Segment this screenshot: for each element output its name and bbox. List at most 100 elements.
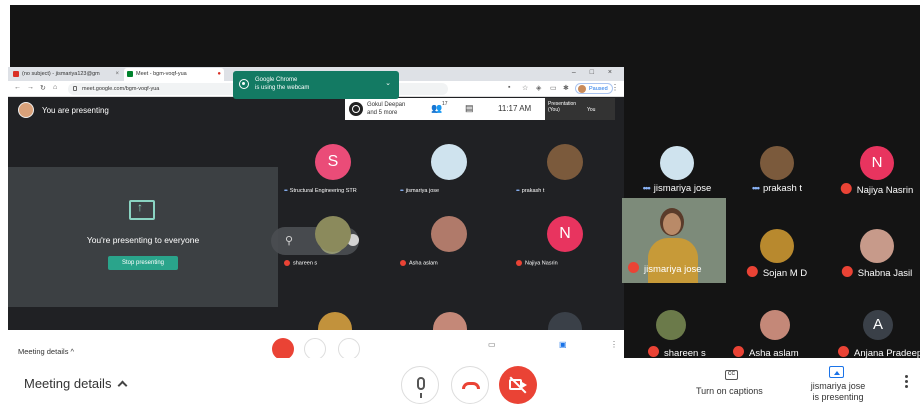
participant-name: Sojan M D <box>746 266 807 279</box>
camera-button[interactable] <box>499 366 537 404</box>
profile-paused-chip[interactable]: Paused <box>575 83 613 94</box>
participant-tile[interactable]: ••• prakash t <box>512 140 618 196</box>
mic-off-icon <box>628 262 639 273</box>
speaking-icon: ••• <box>642 183 651 194</box>
participant-tile[interactable]: shareen s <box>280 212 386 268</box>
participant-name-text: Najiya Nasrin <box>525 260 558 267</box>
participant-tile[interactable]: N Najiya Nasrin <box>826 130 920 200</box>
participant-tile[interactable]: Sojan M D <box>726 213 828 283</box>
cast-icon[interactable]: ▭ <box>550 84 557 92</box>
owner-name: Gokul Deepan <box>367 102 406 108</box>
small-meeting-details-label: Meeting details <box>18 347 69 356</box>
window-controls[interactable]: – □ × <box>572 69 618 76</box>
presentation-thumbnail[interactable]: Presentation (You) You <box>545 98 615 120</box>
camera-icon[interactable]: ▪ <box>508 84 510 91</box>
small-meeting-details[interactable]: Meeting details ^ <box>18 347 74 356</box>
end-call-button[interactable] <box>451 366 489 404</box>
small-captions-icon[interactable]: ▭ <box>488 340 496 349</box>
puzzle-icon[interactable]: ✱ <box>563 84 569 92</box>
participant-name-text: Structural Engineering STR <box>289 188 357 194</box>
microphone-button[interactable] <box>401 366 439 404</box>
participant-name: ••• prakash t <box>752 183 802 194</box>
hang-up-icon <box>462 382 480 389</box>
clock-time: 11:17 AM <box>498 104 532 113</box>
thumb-sub: (You) <box>548 107 560 113</box>
extension-icon[interactable]: ◈ <box>536 84 541 92</box>
close-icon[interactable]: × <box>115 71 119 77</box>
small-mic-button[interactable] <box>272 338 294 360</box>
back-icon[interactable]: ← <box>14 84 21 91</box>
participant-name: shareen s <box>284 260 317 266</box>
tab-meet[interactable]: Meet - bgm-voqf-yua ● <box>124 68 224 81</box>
mic-off-icon <box>400 260 406 266</box>
reload-icon[interactable]: ↻ <box>40 84 46 92</box>
partial-avatar-letter: A <box>863 310 893 340</box>
participant-avatar <box>431 144 467 180</box>
participant-name: ••• jismariya jose <box>400 188 439 194</box>
microphone-icon <box>417 377 425 398</box>
participant-name: Najiya Nasrin <box>516 260 558 266</box>
participant-name-text: shareen s <box>293 260 318 267</box>
presenter-status[interactable]: jismariya jose is presenting <box>805 381 871 403</box>
chevron-up-icon <box>118 380 128 391</box>
participants-count: 17 <box>442 101 448 107</box>
speaking-icon: ••• <box>516 188 520 194</box>
participant-name: ••• Structural Engineering STR <box>284 188 357 194</box>
small-menu-icon[interactable]: ⋮ <box>610 340 618 349</box>
speaking-icon: ••• <box>284 188 288 194</box>
participant-tile[interactable]: Asha aslam <box>396 212 502 268</box>
chevron-down-icon[interactable]: ⌄ <box>385 80 391 88</box>
participant-name-text: jismariya jose <box>405 188 440 194</box>
mic-off-icon <box>746 266 758 277</box>
participant-avatar: S <box>315 144 351 180</box>
presenter-name: jismariya jose <box>810 381 866 391</box>
people-icon[interactable]: 👥 <box>431 103 442 114</box>
partial-avatar <box>656 310 686 340</box>
stop-presenting-button[interactable]: Stop presenting <box>108 256 178 270</box>
webcam-icon <box>239 79 249 89</box>
participant-tile[interactable]: ••• jismariya jose <box>626 130 728 200</box>
participant-tile[interactable]: N Najiya Nasrin <box>512 212 618 268</box>
meet-icon <box>127 71 133 77</box>
participant-avatar <box>760 146 794 180</box>
lock-icon <box>73 86 77 91</box>
star-icon[interactable]: ☆ <box>522 84 528 92</box>
small-camera-button[interactable] <box>338 338 360 360</box>
participant-avatar: N <box>547 216 583 252</box>
chat-icon[interactable]: ▤ <box>465 103 474 114</box>
mic-off-icon <box>733 346 744 357</box>
small-present-icon[interactable]: ▣ <box>559 340 567 349</box>
participant-tile[interactable]: ••• jismariya jose <box>396 140 502 196</box>
participant-tile[interactable]: S ••• Structural Engineering STR <box>280 140 386 196</box>
video-face <box>663 213 681 235</box>
mic-off-icon <box>648 346 659 357</box>
small-end-call-button[interactable] <box>304 338 326 360</box>
present-icon[interactable] <box>829 366 844 378</box>
participant-tile[interactable]: Shabna Jasil <box>826 213 920 283</box>
tab-label: Meet - bgm-voqf-yua <box>136 71 187 77</box>
participant-avatar <box>315 216 351 252</box>
notification-text: is using the webcam <box>255 85 310 91</box>
self-video-tile[interactable]: jismariya jose <box>622 198 726 283</box>
participant-name: Shabna Jasil <box>841 266 913 279</box>
more-options-icon[interactable] <box>905 375 908 389</box>
tab-label: (no subject) - jismariya123@gm <box>22 71 100 77</box>
captions-icon[interactable]: CC <box>725 370 738 380</box>
home-icon[interactable]: ⌂ <box>53 84 57 91</box>
presenter-avatar <box>18 102 34 118</box>
speaking-icon: ••• <box>400 188 404 194</box>
tab-gmail[interactable]: (no subject) - jismariya123@gm × <box>10 68 122 81</box>
webcam-notification[interactable]: Google Chrome is using the webcam ⌄ <box>233 71 399 99</box>
browser-menu-icon[interactable]: ⋮ <box>611 83 619 92</box>
participant-tile[interactable]: ••• prakash t <box>726 130 828 200</box>
participant-avatar <box>860 229 894 263</box>
presenting-banner: You are presenting <box>42 106 109 115</box>
captions-button[interactable]: Turn on captions <box>696 386 763 396</box>
gmail-icon <box>13 71 19 77</box>
forward-icon[interactable]: → <box>27 84 34 91</box>
meeting-details-button[interactable]: Meeting details <box>24 376 128 391</box>
owner-more: and 5 more <box>367 110 398 116</box>
participant-name-text: prakash t <box>762 183 803 194</box>
participant-name-text: Shabna Jasil <box>857 268 913 279</box>
participant-avatar <box>431 216 467 252</box>
